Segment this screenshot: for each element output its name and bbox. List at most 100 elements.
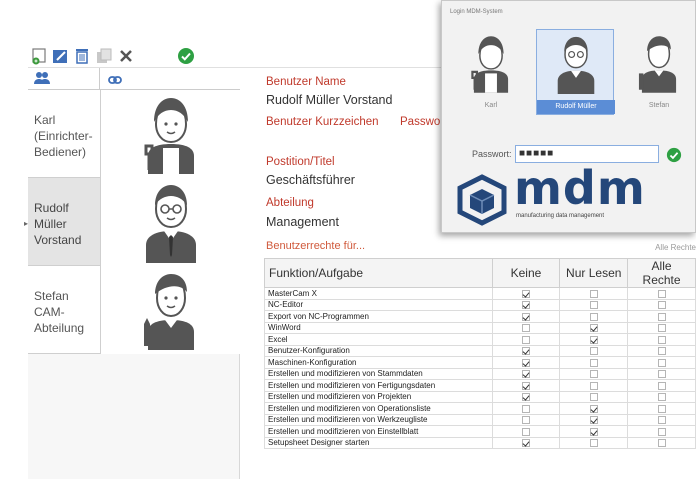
rights-row: MasterCam X <box>264 287 696 300</box>
right-read-checkbox[interactable] <box>589 416 598 425</box>
mdm-logo-icon <box>454 173 510 232</box>
right-all-checkbox[interactable] <box>657 439 666 448</box>
right-read-checkbox-cell <box>559 356 629 369</box>
rights-row: Erstellen und modifizieren von Stammdate… <box>264 367 696 380</box>
rights-function-name: Erstellen und modifizieren von Fertigung… <box>264 379 493 392</box>
right-none-checkbox[interactable] <box>521 393 530 402</box>
rights-table-body: MasterCam X NC-Editor Export von NC-Progra… <box>264 287 696 449</box>
right-read-checkbox-cell <box>559 310 629 323</box>
right-all-checkbox-cell <box>627 367 696 380</box>
right-all-checkbox[interactable] <box>657 347 666 356</box>
user-row-stefan[interactable]: Stefan CAM-Abteilung <box>28 266 240 354</box>
login-user-stefan[interactable]: Stefan <box>620 29 696 115</box>
right-read-checkbox[interactable] <box>589 301 598 310</box>
rights-function-name: Erstellen und modifizieren von Einstellb… <box>264 425 493 438</box>
rights-row: NC-Editor <box>264 298 696 311</box>
delete-icon[interactable] <box>72 46 92 66</box>
rights-function-name: Erstellen und modifizieren von Projekten <box>264 390 493 403</box>
rights-table: Funktion/Aufgabe Keine Nur Lesen Alle Re… <box>264 258 696 449</box>
right-read-checkbox-cell <box>559 379 629 392</box>
department-field[interactable]: Management <box>266 215 339 229</box>
right-all-checkbox[interactable] <box>657 324 666 333</box>
right-none-checkbox[interactable] <box>521 347 530 356</box>
right-all-checkbox[interactable] <box>657 301 666 310</box>
right-none-checkbox[interactable] <box>521 404 530 413</box>
rights-row: Erstellen und modifizieren von Operation… <box>264 402 696 415</box>
right-all-checkbox[interactable] <box>657 335 666 344</box>
rights-row: Maschinen-Konfiguration <box>264 356 696 369</box>
login-ok-icon[interactable] <box>666 147 682 163</box>
designer-avatar-icon <box>100 266 240 354</box>
right-all-checkbox-cell <box>627 402 696 415</box>
right-read-checkbox[interactable] <box>589 439 598 448</box>
right-read-checkbox[interactable] <box>589 358 598 367</box>
login-user-karl[interactable]: Karl <box>452 29 530 115</box>
rights-row: Erstellen und modifizieren von Fertigung… <box>264 379 696 392</box>
right-read-checkbox[interactable] <box>589 289 598 298</box>
right-none-checkbox[interactable] <box>521 381 530 390</box>
rights-function-name: Maschinen-Konfiguration <box>264 356 493 369</box>
ok-icon[interactable] <box>176 46 196 66</box>
rights-function-name: MasterCam X <box>264 287 493 300</box>
right-read-checkbox[interactable] <box>589 427 598 436</box>
right-read-checkbox[interactable] <box>589 393 598 402</box>
right-none-checkbox-cell <box>491 344 561 357</box>
user-list-header-col1 <box>28 68 100 90</box>
right-none-checkbox[interactable] <box>521 358 530 367</box>
user-row-karl[interactable]: Karl (Einrichter-Bediener) <box>28 90 240 178</box>
right-none-checkbox[interactable] <box>521 324 530 333</box>
right-none-checkbox[interactable] <box>521 427 530 436</box>
right-all-checkbox[interactable] <box>657 393 666 402</box>
position-field[interactable]: Geschäftsführer <box>266 173 355 187</box>
user-name: Karl (Einrichter-Bediener) <box>34 113 93 159</box>
login-user-rudolf[interactable]: Rudolf Müller <box>536 29 615 115</box>
right-all-checkbox-cell <box>627 356 696 369</box>
rights-row: Erstellen und modifizieren von Einstellb… <box>264 425 696 438</box>
right-read-checkbox[interactable] <box>589 381 598 390</box>
right-all-checkbox[interactable] <box>657 358 666 367</box>
right-none-checkbox[interactable] <box>521 335 530 344</box>
right-read-checkbox[interactable] <box>589 312 598 321</box>
right-all-checkbox-cell <box>627 413 696 426</box>
right-read-checkbox[interactable] <box>589 404 598 413</box>
right-none-checkbox[interactable] <box>521 416 530 425</box>
add-user-icon[interactable] <box>30 46 50 66</box>
right-read-checkbox[interactable] <box>589 335 598 344</box>
right-read-checkbox[interactable] <box>589 324 598 333</box>
right-none-checkbox[interactable] <box>521 370 530 379</box>
rights-function-name: Excel <box>264 333 493 346</box>
right-read-checkbox[interactable] <box>589 370 598 379</box>
right-read-checkbox-cell <box>559 321 629 334</box>
right-none-checkbox[interactable] <box>521 289 530 298</box>
right-all-checkbox-cell <box>627 390 696 403</box>
worker-avatar-icon <box>452 29 530 97</box>
right-none-checkbox-cell <box>491 425 561 438</box>
copy-icon[interactable] <box>94 46 114 66</box>
right-all-checkbox[interactable] <box>657 381 666 390</box>
right-all-checkbox[interactable] <box>657 427 666 436</box>
right-none-checkbox[interactable] <box>521 301 530 310</box>
right-read-checkbox[interactable] <box>589 347 598 356</box>
close-icon[interactable] <box>116 46 136 66</box>
username-field[interactable]: Rudolf Müller Vorstand <box>266 93 392 107</box>
rights-row: WinWord <box>264 321 696 334</box>
right-all-checkbox[interactable] <box>657 370 666 379</box>
login-user-name: Rudolf Müller <box>537 100 615 114</box>
right-none-checkbox-cell <box>491 436 561 449</box>
right-all-checkbox-cell <box>627 287 696 300</box>
user-list: Karl (Einrichter-Bediener) ▸ Rudolf Müll… <box>24 68 240 479</box>
user-row-rudolf[interactable]: ▸ Rudolf Müller Vorstand <box>24 178 240 266</box>
right-none-checkbox[interactable] <box>521 312 530 321</box>
rights-row: Excel <box>264 333 696 346</box>
right-none-checkbox[interactable] <box>521 439 530 448</box>
right-all-checkbox-cell <box>627 321 696 334</box>
right-read-checkbox-cell <box>559 287 629 300</box>
right-all-checkbox[interactable] <box>657 416 666 425</box>
shortcode-label: Benutzer Kurzzeichen <box>266 116 379 128</box>
rights-row: Export von NC-Programmen <box>264 310 696 323</box>
right-all-checkbox[interactable] <box>657 404 666 413</box>
right-all-checkbox[interactable] <box>657 312 666 321</box>
right-all-checkbox-cell <box>627 425 696 438</box>
edit-icon[interactable] <box>50 46 70 66</box>
right-all-checkbox[interactable] <box>657 289 666 298</box>
